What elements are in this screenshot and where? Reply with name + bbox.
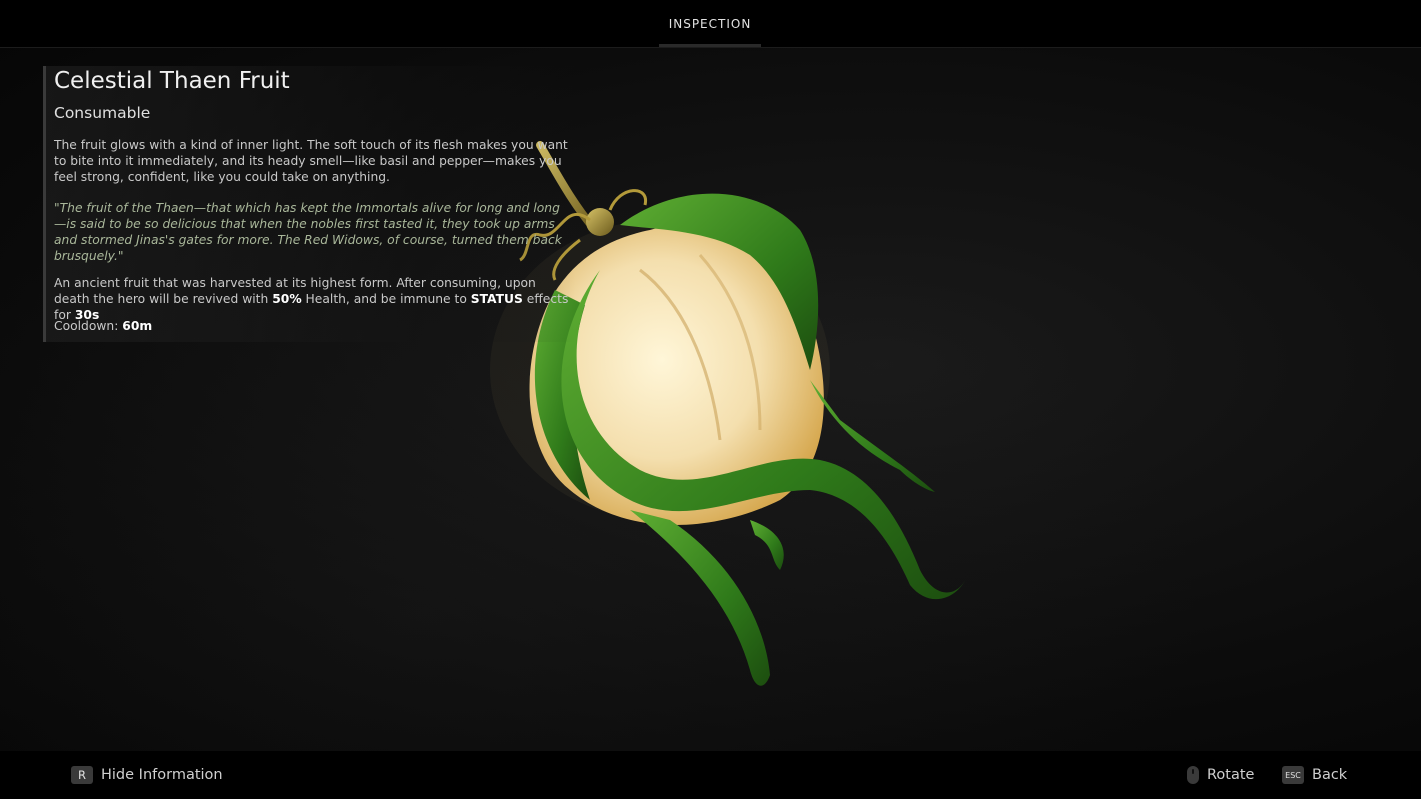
rotate-hint[interactable]: Rotate	[1187, 764, 1254, 786]
hide-information-label: Hide Information	[101, 767, 223, 783]
item-effect: An ancient fruit that was harvested at i…	[54, 275, 569, 323]
status-keyword: STATUS	[470, 292, 523, 306]
mouse-icon	[1187, 766, 1199, 784]
effect-text: Health, and be immune to	[301, 292, 471, 306]
leaf-curl	[750, 520, 784, 570]
cooldown: Cooldown: 60m	[54, 319, 152, 333]
item-lore-quote: "The fruit of the Thaen—that which has k…	[54, 201, 562, 263]
tab-active-indicator	[659, 44, 761, 47]
esc-key-icon: ESC	[1282, 766, 1304, 784]
rotate-label: Rotate	[1207, 767, 1255, 783]
cooldown-value: 60m	[122, 319, 153, 333]
cooldown-label: Cooldown:	[54, 319, 123, 333]
item-title: Celestial Thaen Fruit	[54, 68, 290, 94]
hide-information-button[interactable]: R Hide Information	[71, 764, 223, 786]
item-description: The fruit glows with a kind of inner lig…	[54, 138, 568, 184]
health-value: 50%	[272, 292, 302, 306]
r-key-icon: R	[71, 766, 93, 784]
back-button[interactable]: ESC Back	[1282, 764, 1347, 786]
tab-inspection[interactable]: INSPECTION	[659, 0, 761, 47]
leaf-bottom	[630, 510, 770, 686]
back-label: Back	[1312, 767, 1348, 783]
stem-knot	[586, 208, 614, 236]
gold-tendril	[608, 189, 647, 211]
item-type: Consumable	[54, 104, 151, 122]
